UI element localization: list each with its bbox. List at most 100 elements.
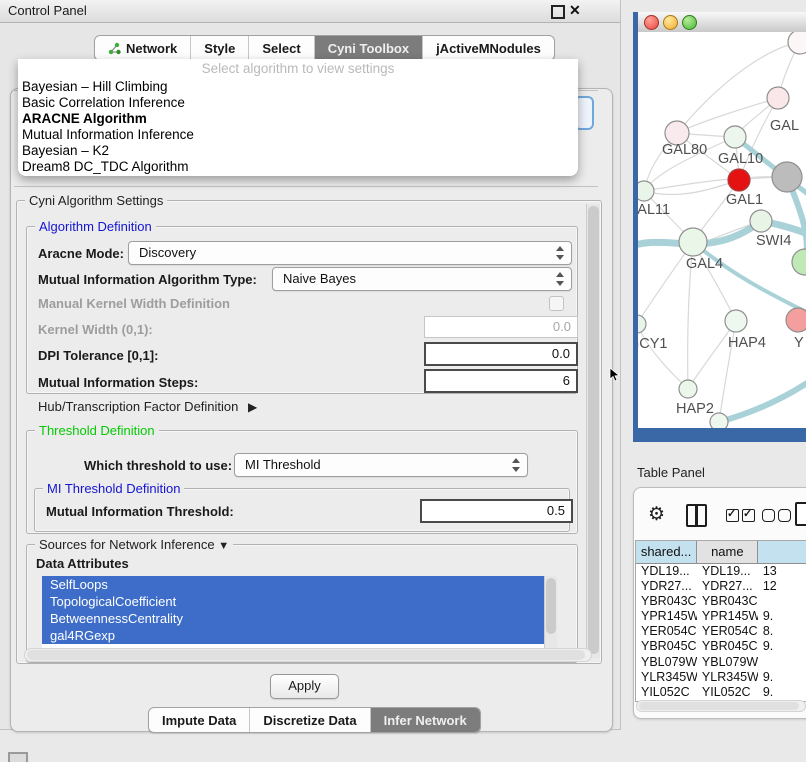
algorithm-option[interactable]: Dream8 DC_TDC Algorithm (22, 159, 574, 175)
network-canvas[interactable]: GALGAL80GAL10GAL1GAL11SWI4GAL4GCY1HAP4YH… (638, 32, 806, 428)
apply-button[interactable]: Apply (270, 674, 339, 699)
network-edge[interactable] (638, 324, 688, 389)
algorithm-dropdown-popup: Select algorithm to view settings Bayesi… (18, 59, 578, 176)
minimize-traffic-light-icon[interactable] (663, 15, 678, 30)
tab-infer-network[interactable]: Infer Network (371, 708, 480, 732)
column-header[interactable] (758, 541, 806, 563)
algorithm-option[interactable]: ARACNE Algorithm (22, 111, 574, 127)
checked-columns-icon[interactable] (726, 509, 758, 527)
tab-cyni-toolbox[interactable]: Cyni Toolbox (315, 36, 423, 60)
tab-discretize-data[interactable]: Discretize Data (250, 708, 370, 732)
network-node-hap4[interactable] (725, 310, 747, 332)
tab-label: Network (126, 41, 177, 56)
network-node[interactable] (710, 413, 728, 428)
data-attributes-list[interactable]: SelfLoopsTopologicalCoefficientBetweenne… (42, 576, 556, 652)
algorithm-option[interactable]: Bayesian – Hill Climbing (22, 79, 574, 95)
network-edge[interactable] (644, 180, 739, 195)
table-row[interactable]: YIL052CYIL052C9. (636, 685, 806, 700)
screen: Control Panel ✕ NetworkStyleSelectCyni T… (0, 0, 806, 762)
corner-widget-icon[interactable] (8, 752, 28, 762)
network-node[interactable] (772, 162, 802, 192)
network-node-gal11[interactable] (638, 181, 654, 201)
network-node-hap2[interactable] (679, 380, 697, 398)
table-row[interactable]: YBR045CYBR045C9. (636, 639, 806, 654)
which-threshold-value: MI Threshold (245, 457, 321, 472)
algorithm-option[interactable]: Basic Correlation Inference (22, 95, 574, 111)
expanded-arrow-icon[interactable]: ▼ (218, 540, 229, 552)
table-horizontal-scrollbar[interactable] (636, 700, 806, 712)
tab-jactivemnodules[interactable]: jActiveMNodules (423, 36, 554, 60)
network-node-gcy1[interactable] (638, 315, 646, 333)
network-edge[interactable] (644, 177, 787, 191)
kernel-width-field[interactable]: 0.0 (424, 316, 578, 338)
tab-label: Cyni Toolbox (328, 41, 409, 56)
tab-network[interactable]: Network (95, 36, 191, 60)
tab-style[interactable]: Style (191, 36, 249, 60)
table-cell: YDR27... (636, 579, 697, 594)
network-node-swi4[interactable] (750, 210, 772, 232)
hub-definition-toggle[interactable]: Hub/Transcription Factor Definition ▶ (38, 399, 257, 414)
network-node[interactable] (792, 249, 806, 275)
bottom-tabbar: Impute Data Discretize Data Infer Network (148, 707, 481, 733)
node-label: Y (794, 335, 804, 351)
table-row[interactable]: YPR145WYPR145W9. (636, 609, 806, 624)
gear-icon[interactable]: ⚙ (648, 503, 665, 526)
split-columns-icon[interactable] (686, 504, 707, 527)
tab-label: Style (204, 41, 235, 56)
attribute-list-item[interactable]: TopologicalCoefficient (42, 593, 556, 610)
settings-vertical-scrollbar[interactable] (586, 204, 600, 658)
network-edge[interactable] (638, 242, 693, 324)
mi-type-select[interactable]: Naive Bayes (272, 267, 572, 291)
tab-label: Impute Data (162, 713, 236, 728)
attributes-scrollbar[interactable] (544, 576, 557, 652)
unchecked-columns-icon[interactable] (762, 509, 794, 527)
attribute-list-item[interactable]: BetweennessCentrality (42, 610, 556, 627)
sources-group-title[interactable]: Sources for Network Inference ▼ (35, 537, 233, 552)
table-row[interactable]: YDL19...YDL19...13 (636, 564, 806, 579)
table-cell: YIL052C (636, 685, 697, 700)
column-header[interactable]: name (697, 541, 758, 563)
tab-label: Discretize Data (263, 713, 356, 728)
network-node[interactable] (788, 32, 806, 54)
settings-horizontal-scrollbar[interactable] (24, 648, 592, 662)
sources-title-text: Sources for Network Inference (39, 537, 215, 552)
mi-threshold-field[interactable]: 0.5 (420, 499, 573, 523)
aracne-mode-select[interactable]: Discovery (128, 241, 572, 265)
manual-kernel-checkbox[interactable] (549, 296, 564, 311)
file-icon[interactable] (795, 502, 806, 526)
network-node-gal4[interactable] (679, 228, 707, 256)
data-attributes-label: Data Attributes (36, 556, 129, 571)
zoom-traffic-light-icon[interactable] (682, 15, 697, 30)
table-row[interactable]: YBL079WYBL079W (636, 655, 806, 670)
attribute-list-item[interactable]: SelfLoops (42, 576, 556, 593)
column-header[interactable]: shared... (636, 541, 697, 563)
node-label: GAL4 (686, 256, 723, 272)
close-traffic-light-icon[interactable] (644, 15, 659, 30)
network-node-gal10[interactable] (724, 126, 746, 148)
mouse-cursor (609, 367, 621, 383)
table-row[interactable]: YLR345WYLR345W9. (636, 670, 806, 685)
tab-select[interactable]: Select (249, 36, 314, 60)
algorithm-option[interactable]: Bayesian – K2 (22, 143, 574, 159)
mi-steps-field[interactable]: 6 (424, 369, 578, 393)
close-icon[interactable]: ✕ (569, 2, 581, 19)
network-edge-highlighted[interactable] (719, 377, 806, 422)
collapsed-arrow-icon[interactable]: ▶ (248, 400, 257, 414)
network-node-gal1[interactable] (728, 169, 750, 191)
table-row[interactable]: YDR27...YDR27...12 (636, 579, 806, 594)
which-threshold-label: Which threshold to use: (84, 458, 232, 473)
table-row[interactable]: YER054CYER054C8. (636, 624, 806, 639)
attribute-list-item[interactable]: gal4RGexp (42, 627, 556, 644)
float-window-icon[interactable] (551, 5, 565, 19)
network-node-y[interactable] (786, 308, 806, 332)
algorithm-option[interactable]: Mutual Information Inference (22, 127, 574, 143)
tab-impute-data[interactable]: Impute Data (149, 708, 250, 732)
table-row[interactable]: YBR043CYBR043C (636, 594, 806, 609)
which-threshold-select[interactable]: MI Threshold (234, 453, 528, 477)
network-node-gal[interactable] (767, 87, 789, 109)
node-table[interactable]: shared...name YDL19...YDL19...13YDR27...… (635, 540, 806, 702)
mi-type-label: Mutual Information Algorithm Type: (38, 272, 257, 287)
dpi-tolerance-field[interactable]: 0.0 (424, 342, 578, 366)
network-edge-highlighted[interactable] (693, 242, 806, 317)
network-edge[interactable] (688, 321, 736, 389)
